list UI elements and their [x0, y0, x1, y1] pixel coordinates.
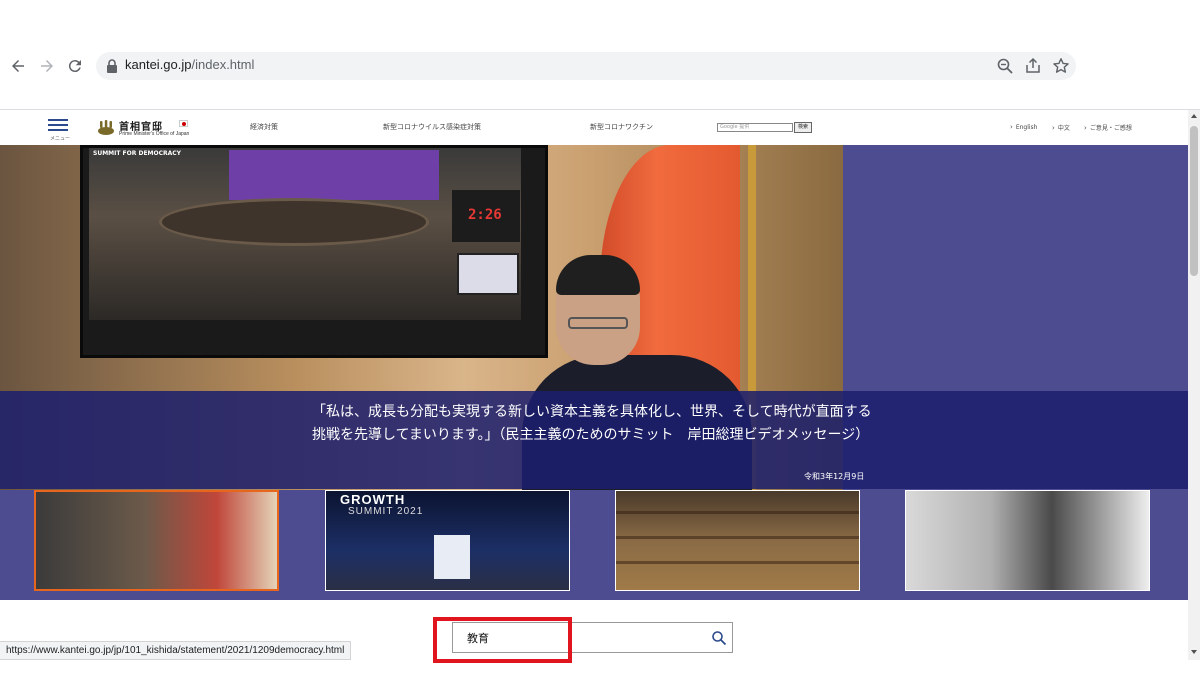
logo-subtitle: Prime Minister's Office of Japan: [119, 131, 190, 137]
nav-covid-measures[interactable]: 新型コロナウイルス感染症対策: [383, 122, 481, 132]
address-bar[interactable]: kantei.go.jp/index.html: [96, 52, 1076, 80]
share-icon[interactable]: [1024, 57, 1042, 75]
link-english[interactable]: English: [1010, 123, 1038, 131]
timer-text: 2:26: [468, 207, 502, 223]
speaker-glasses: [568, 317, 628, 329]
nav-economic-measures[interactable]: 経済対策: [250, 122, 278, 132]
highlight-annotation-box: [433, 617, 572, 663]
lock-icon[interactable]: [106, 59, 118, 73]
hero-caption-band[interactable]: 「私は、成長も分配も実現する新しい資本主義を具体化し、世界、そして時代が直面する…: [0, 391, 1188, 489]
japan-flag-icon: [179, 120, 188, 127]
nav-covid-vaccine[interactable]: 新型コロナワクチン: [590, 122, 653, 132]
search-icon[interactable]: [711, 630, 727, 646]
video-wall: [229, 150, 439, 200]
site-header: メニュー 首相官邸 Prime Minister's Office of Jap…: [0, 110, 1188, 145]
site-logo[interactable]: 首相官邸 Prime Minister's Office of Japan: [97, 118, 197, 140]
carousel-thumb-3[interactable]: [615, 490, 860, 591]
carousel-thumb-4[interactable]: [905, 490, 1150, 591]
carousel-thumb-2[interactable]: GROWTH SUMMIT 2021: [325, 490, 570, 591]
hamburger-menu-icon[interactable]: [48, 119, 68, 135]
site-search-input[interactable]: Google 提供: [717, 123, 793, 132]
growth-summit-subtitle: SUMMIT 2021: [348, 506, 424, 517]
site-search-button[interactable]: 検索: [794, 122, 812, 133]
hero-carousel: SUMMIT FOR DEMOCRACY 2:26 「私は、成長も分配も実現する…: [0, 145, 1188, 600]
link-chinese[interactable]: 中文: [1052, 123, 1070, 132]
scroll-thumb[interactable]: [1190, 126, 1198, 276]
round-table: [159, 198, 429, 246]
seat-row: [616, 511, 859, 514]
reload-icon[interactable]: [63, 54, 87, 78]
scroll-down-arrow-icon[interactable]: [1191, 650, 1197, 654]
url-text[interactable]: kantei.go.jp/index.html: [125, 57, 254, 72]
link-feedback[interactable]: ご意見・ご感想: [1084, 123, 1132, 132]
tv-screen: SUMMIT FOR DEMOCRACY: [80, 145, 548, 358]
carousel-thumb-1[interactable]: [34, 490, 279, 591]
url-path: /index.html: [191, 57, 255, 72]
podium: [434, 535, 470, 579]
page-scrollbar[interactable]: [1188, 110, 1200, 660]
countdown-timer: 2:26: [452, 190, 520, 242]
hero-date: 令和3年12月9日: [804, 472, 865, 481]
forward-arrow-icon[interactable]: [35, 54, 59, 78]
seat-row: [616, 536, 859, 539]
hero-caption[interactable]: 「私は、成長も分配も実現する新しい資本主義を具体化し、世界、そして時代が直面する…: [312, 401, 882, 447]
url-domain: kantei.go.jp: [125, 57, 192, 72]
tv-summit-logo: SUMMIT FOR DEMOCRACY: [93, 150, 182, 157]
back-arrow-icon[interactable]: [6, 54, 30, 78]
browser-toolbar: kantei.go.jp/index.html: [0, 40, 1200, 92]
menu-label[interactable]: メニュー: [50, 135, 70, 142]
growth-summit-title: GROWTH: [340, 492, 406, 507]
bookmark-star-icon[interactable]: [1052, 57, 1070, 75]
status-bar-url: https://www.kantei.go.jp/jp/101_kishida/…: [0, 641, 352, 660]
scroll-up-arrow-icon[interactable]: [1191, 114, 1197, 118]
paulownia-emblem-icon: [98, 120, 114, 135]
small-monitor: [457, 253, 519, 295]
zoom-icon[interactable]: [996, 57, 1014, 75]
seat-row: [616, 561, 859, 564]
